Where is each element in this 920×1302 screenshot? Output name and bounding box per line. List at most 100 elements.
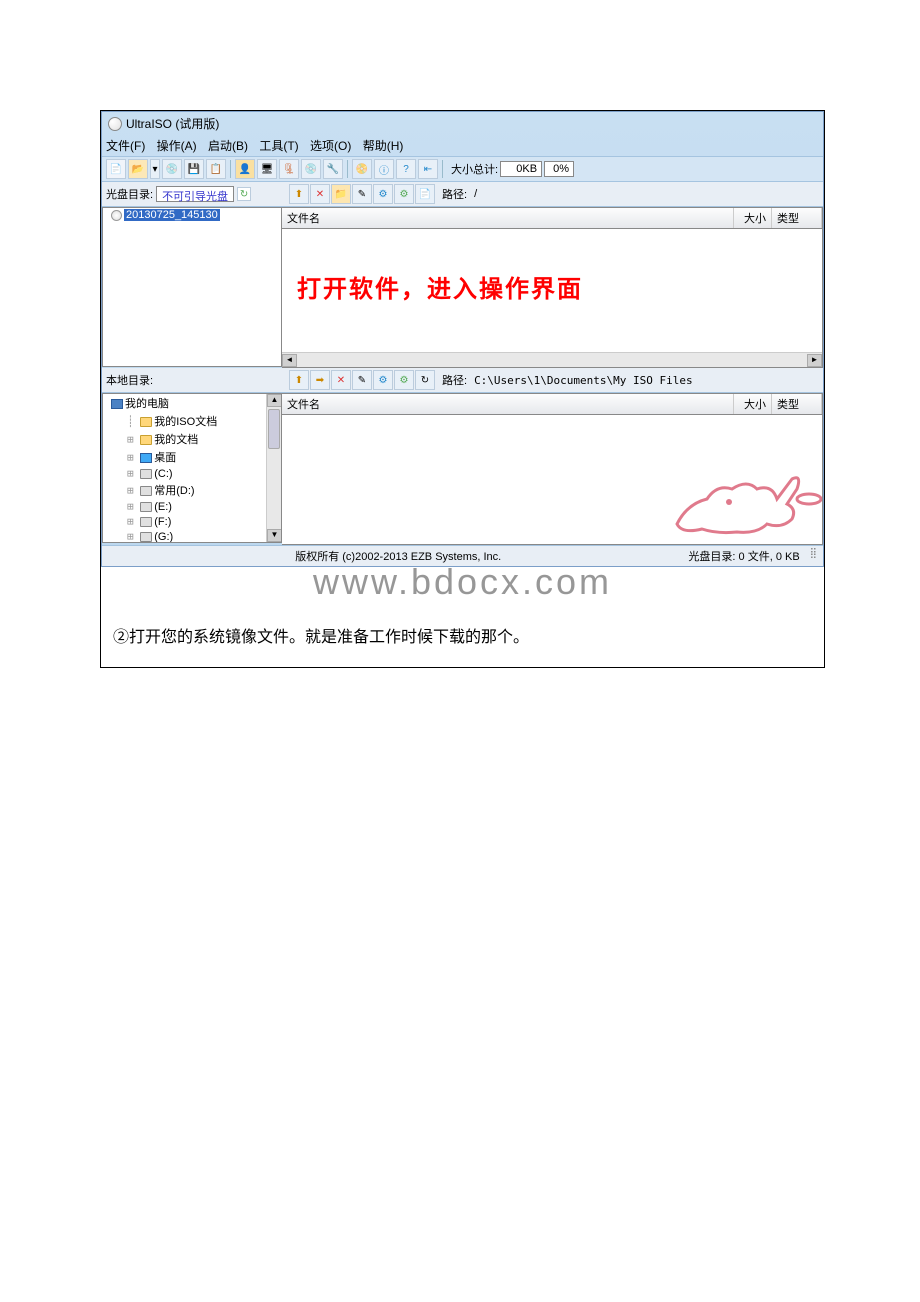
cd-icon bbox=[111, 210, 122, 221]
title-bar[interactable]: UltraISO (试用版) bbox=[102, 112, 823, 135]
settings-icon[interactable]: ⚙ bbox=[373, 184, 393, 204]
scroll-right-icon[interactable]: ► bbox=[807, 354, 822, 367]
scroll-left-icon[interactable]: ◄ bbox=[282, 354, 297, 367]
local-up-button[interactable]: ⬆ bbox=[289, 370, 309, 390]
delete-button[interactable]: ✕ bbox=[310, 184, 330, 204]
local-dir-label: 本地目录: bbox=[106, 375, 153, 387]
desktop-icon bbox=[140, 453, 152, 463]
mount-button[interactable]: 🖥 bbox=[257, 159, 277, 179]
col-size[interactable]: 大小 bbox=[734, 394, 772, 414]
scroll-down-icon[interactable]: ▼ bbox=[267, 529, 282, 542]
menu-file[interactable]: 文件(F) bbox=[106, 139, 145, 153]
separator bbox=[442, 160, 443, 178]
window-title: UltraISO (试用版) bbox=[126, 115, 219, 132]
menu-operation[interactable]: 操作(A) bbox=[157, 139, 197, 153]
local-settings-icon[interactable]: ⚙ bbox=[373, 370, 393, 390]
menu-bar: 文件(F) 操作(A) 启动(B) 工具(T) 选项(O) 帮助(H) bbox=[102, 135, 823, 156]
local-list-body[interactable] bbox=[282, 415, 823, 545]
col-type[interactable]: 类型 bbox=[772, 394, 822, 414]
disc-type-field[interactable]: 不可引导光盘 bbox=[156, 186, 234, 202]
open-button[interactable]: 📂 bbox=[128, 159, 148, 179]
new-button[interactable]: 📄 bbox=[106, 159, 126, 179]
tree-my-computer[interactable]: 我的电脑 bbox=[107, 394, 266, 412]
scroll-thumb[interactable] bbox=[268, 409, 280, 449]
separator bbox=[230, 160, 231, 178]
h-scrollbar[interactable]: ◄ ► bbox=[282, 352, 822, 367]
folder-icon bbox=[140, 417, 152, 427]
menu-options[interactable]: 选项(O) bbox=[310, 139, 351, 153]
total-label: 大小总计: bbox=[451, 161, 498, 177]
menu-boot[interactable]: 启动(B) bbox=[208, 139, 248, 153]
disk-icon bbox=[140, 469, 152, 479]
help-icon-button[interactable]: ? bbox=[396, 159, 416, 179]
cd-button[interactable]: 💿 bbox=[162, 159, 182, 179]
add-file-button[interactable]: 👤 bbox=[235, 159, 255, 179]
total-value: 0KB bbox=[500, 161, 542, 177]
tree-my-docs[interactable]: ⊞ 我的文档 bbox=[123, 430, 266, 448]
disk-icon bbox=[140, 502, 152, 512]
col-filename[interactable]: 文件名 bbox=[282, 394, 734, 414]
col-type[interactable]: 类型 bbox=[772, 208, 822, 228]
resize-grip-icon[interactable]: ⣿ bbox=[810, 548, 817, 564]
col-size[interactable]: 大小 bbox=[734, 208, 772, 228]
local-tree[interactable]: 我的电脑 ┊ 我的ISO文档 ⊞ 我的文档 ⊞ 桌面 ⊞ (C:) ⊞ 常用(D… bbox=[102, 393, 282, 543]
new-folder-button[interactable]: 📁 bbox=[331, 184, 351, 204]
fox-logo-icon bbox=[657, 454, 823, 545]
v-scrollbar[interactable]: ▲ ▼ bbox=[266, 394, 281, 542]
percent-value: 0% bbox=[544, 161, 574, 177]
disc-split: 20130725_145130 文件名 大小 类型 打开软件，进入操作界面 ◄ … bbox=[102, 207, 823, 368]
watermark: www.bdocx.com bbox=[101, 561, 824, 603]
tree-my-iso[interactable]: ┊ 我的ISO文档 bbox=[123, 412, 266, 430]
local-path-label: 路径: bbox=[442, 372, 467, 388]
disk-icon bbox=[140, 532, 152, 542]
exit-button[interactable]: ⇤ bbox=[418, 159, 438, 179]
local-split: 我的电脑 ┊ 我的ISO文档 ⊞ 我的文档 ⊞ 桌面 ⊞ (C:) ⊞ 常用(D… bbox=[102, 393, 823, 545]
local-path: C:\Users\1\Documents\My ISO Files bbox=[474, 374, 693, 387]
tree-desktop[interactable]: ⊞ 桌面 bbox=[123, 448, 266, 466]
dropdown-arrow[interactable]: ▾ bbox=[150, 159, 160, 179]
burn-button[interactable]: 💿 bbox=[301, 159, 321, 179]
menu-help[interactable]: 帮助(H) bbox=[363, 139, 404, 153]
disc-stats: 光盘目录: 0 文件, 0 KB bbox=[688, 548, 799, 564]
disc-dir-bar: 光盘目录: 不可引导光盘 ↻ ⬆ ✕ 📁 ✎ ⚙ ⚙ 📄 路径: / bbox=[102, 182, 823, 207]
disc-tree-root[interactable]: 20130725_145130 bbox=[107, 208, 281, 222]
disc-refresh-icon[interactable]: ↻ bbox=[237, 187, 251, 201]
tree-drive-c[interactable]: ⊞ (C:) bbox=[123, 466, 266, 481]
local-list-header: 文件名 大小 类型 bbox=[282, 393, 823, 415]
disc-root-label: 20130725_145130 bbox=[124, 209, 220, 221]
save-button[interactable]: 💾 bbox=[184, 159, 204, 179]
tree-drive-g[interactable]: ⊞ (G:) bbox=[123, 529, 266, 543]
computer-icon bbox=[111, 399, 123, 409]
folder-icon bbox=[140, 435, 152, 445]
checksum-button[interactable]: 🔧 bbox=[323, 159, 343, 179]
tree-drive-f[interactable]: ⊞ (F:) bbox=[123, 514, 266, 529]
disk-icon bbox=[140, 517, 152, 527]
disc-tree[interactable]: 20130725_145130 bbox=[102, 207, 282, 367]
disc-path-label: 路径: bbox=[442, 186, 467, 202]
col-filename[interactable]: 文件名 bbox=[282, 208, 734, 228]
tree-drive-e[interactable]: ⊞ (E:) bbox=[123, 499, 266, 514]
caption-text: ②打开您的系统镜像文件。就是准备工作时候下载的那个。 bbox=[101, 603, 824, 647]
doc-icon[interactable]: 📄 bbox=[415, 184, 435, 204]
disc-dir-label: 光盘目录: bbox=[106, 186, 153, 202]
local-delete-button[interactable]: ✕ bbox=[331, 370, 351, 390]
gear-icon[interactable]: ⚙ bbox=[394, 184, 414, 204]
local-edit-button[interactable]: ✎ bbox=[352, 370, 372, 390]
info-button[interactable]: ⓘ bbox=[374, 159, 394, 179]
app-icon bbox=[108, 117, 122, 131]
annotation-text: 打开软件，进入操作界面 bbox=[297, 269, 822, 304]
convert-button[interactable]: 📀 bbox=[352, 159, 372, 179]
local-refresh-icon[interactable]: ↻ bbox=[415, 370, 435, 390]
rename-button[interactable]: ✎ bbox=[352, 184, 372, 204]
separator bbox=[347, 160, 348, 178]
local-fwd-button[interactable]: ➡ bbox=[310, 370, 330, 390]
disc-list-body[interactable]: 打开软件，进入操作界面 ◄ ► bbox=[282, 229, 823, 368]
local-gear-icon[interactable]: ⚙ bbox=[394, 370, 414, 390]
up-button[interactable]: ⬆ bbox=[289, 184, 309, 204]
compress-button[interactable]: 🗜 bbox=[279, 159, 299, 179]
disc-path: / bbox=[474, 188, 477, 200]
saveas-button[interactable]: 📋 bbox=[206, 159, 226, 179]
scroll-up-icon[interactable]: ▲ bbox=[267, 394, 282, 407]
menu-tools[interactable]: 工具(T) bbox=[259, 139, 298, 153]
tree-drive-d[interactable]: ⊞ 常用(D:) bbox=[123, 481, 266, 499]
